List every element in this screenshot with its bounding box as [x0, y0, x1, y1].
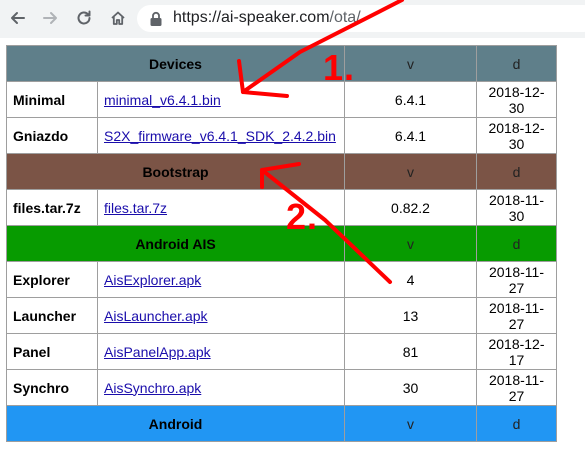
item-version: 6.4.1 — [344, 81, 477, 118]
item-date: 2018-12-30 — [476, 117, 557, 154]
table-row: Gniazdo S2X_firmware_v6.4.1_SDK_2.4.2.bi… — [6, 117, 557, 154]
page-content: Devices v d Minimal minimal_v6.4.1.bin 6… — [0, 38, 585, 450]
forward-button[interactable] — [38, 6, 62, 30]
item-version: 4 — [344, 261, 477, 298]
version-column-header: v — [344, 153, 477, 190]
item-date: 2018-11-30 — [476, 189, 557, 226]
address-bar[interactable]: https://ai-speaker.com/ota/ — [137, 5, 585, 32]
file-link[interactable]: minimal_v6.4.1.bin — [104, 92, 221, 108]
home-icon — [111, 11, 125, 25]
item-date: 2018-11-27 — [476, 297, 557, 334]
section-title: Devices — [6, 45, 345, 82]
item-name: Gniazdo — [6, 117, 98, 154]
section-header-android-ais: Android AIS v d — [6, 225, 557, 262]
file-link[interactable]: AisExplorer.apk — [104, 272, 201, 288]
back-button[interactable] — [6, 6, 30, 30]
item-version: 13 — [344, 297, 477, 334]
item-version: 0.82.2 — [344, 189, 477, 226]
item-version: 30 — [344, 369, 477, 406]
item-name: Explorer — [6, 261, 98, 298]
table-row: Synchro AisSynchro.apk 30 2018-11-27 — [6, 369, 557, 406]
item-name: Minimal — [6, 81, 98, 118]
url-text: https://ai-speaker.com/ota/ — [173, 9, 361, 27]
date-column-header: d — [476, 153, 557, 190]
annotation-label-2: 2. — [286, 196, 319, 237]
item-name: Synchro — [6, 369, 98, 406]
browser-toolbar: https://ai-speaker.com/ota/ — [0, 0, 585, 39]
file-link[interactable]: AisSynchro.apk — [104, 380, 201, 396]
item-date: 2018-11-27 — [476, 369, 557, 406]
section-header-devices: Devices v d — [6, 45, 557, 82]
file-link[interactable]: AisLauncher.apk — [104, 308, 208, 324]
item-name: Launcher — [6, 297, 98, 334]
reload-icon — [77, 10, 91, 25]
url-path: /ota/ — [329, 9, 361, 26]
lock-icon — [150, 11, 162, 26]
table-row: Explorer AisExplorer.apk 4 2018-11-27 — [6, 261, 557, 298]
reload-button[interactable] — [72, 6, 96, 30]
date-column-header: d — [476, 45, 557, 82]
arrow-left-icon — [11, 12, 25, 24]
section-title: Android — [6, 405, 345, 442]
table-row: Panel AisPanelApp.apk 81 2018-12-17 — [6, 333, 557, 370]
version-column-header: v — [344, 45, 477, 82]
section-header-bootstrap: Bootstrap v d — [6, 153, 557, 190]
version-column-header: v — [344, 405, 477, 442]
file-link[interactable]: S2X_firmware_v6.4.1_SDK_2.4.2.bin — [104, 128, 336, 144]
item-date: 2018-11-27 — [476, 261, 557, 298]
annotation-label-1: 1. — [323, 47, 356, 88]
version-column-header: v — [344, 225, 477, 262]
ota-table: Devices v d Minimal minimal_v6.4.1.bin 6… — [6, 45, 557, 442]
item-version: 6.4.1 — [344, 117, 477, 154]
section-title: Bootstrap — [6, 153, 345, 190]
file-link[interactable]: AisPanelApp.apk — [104, 344, 211, 360]
item-name: files.tar.7z — [6, 189, 98, 226]
item-date: 2018-12-30 — [476, 81, 557, 118]
item-version: 81 — [344, 333, 477, 370]
date-column-header: d — [476, 405, 557, 442]
item-name: Panel — [6, 333, 98, 370]
section-header-android: Android v d — [6, 405, 557, 442]
item-date: 2018-12-17 — [476, 333, 557, 370]
file-link[interactable]: files.tar.7z — [104, 200, 167, 216]
table-row: files.tar.7z files.tar.7z 0.82.2 2018-11… — [6, 189, 557, 226]
date-column-header: d — [476, 225, 557, 262]
table-row: Minimal minimal_v6.4.1.bin 6.4.1 2018-12… — [6, 81, 557, 118]
arrow-right-icon — [43, 12, 57, 24]
url-host: https://ai-speaker.com — [173, 9, 330, 26]
table-row: Launcher AisLauncher.apk 13 2018-11-27 — [6, 297, 557, 334]
home-button[interactable] — [106, 6, 130, 30]
